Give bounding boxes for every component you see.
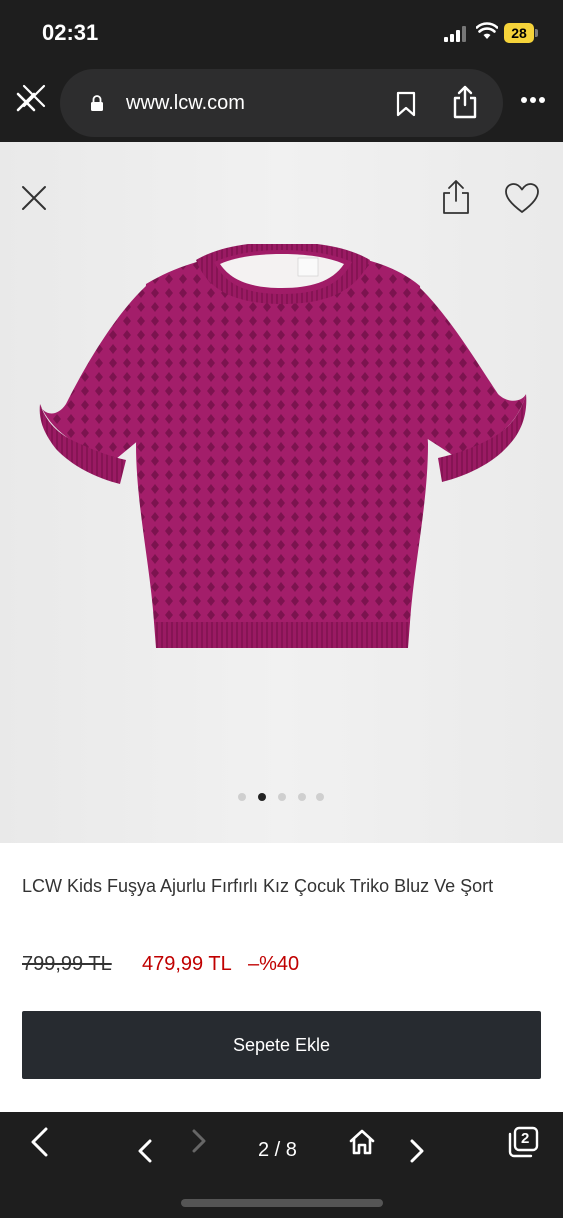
- page-indicator: 2 / 8: [258, 1139, 297, 1161]
- tabs-icon[interactable]: 2: [506, 1126, 540, 1158]
- heart-icon[interactable]: [504, 182, 540, 214]
- status-time: 02:31: [42, 20, 99, 45]
- product-image: [39, 244, 527, 648]
- home-indicator[interactable]: [181, 1199, 383, 1207]
- next-page-icon[interactable]: [408, 1138, 426, 1164]
- forward-icon: [192, 1129, 206, 1153]
- more-icon[interactable]: [520, 96, 546, 104]
- carousel-dot[interactable]: [298, 793, 306, 801]
- carousel-dot[interactable]: [316, 793, 324, 801]
- address-bar[interactable]: www.lcw.com: [60, 69, 503, 137]
- carousel-dot[interactable]: [278, 793, 286, 801]
- back-icon[interactable]: [28, 1126, 50, 1158]
- carousel-dot[interactable]: [238, 793, 246, 801]
- home-icon[interactable]: [348, 1128, 376, 1156]
- tab-count: 2: [521, 1130, 530, 1147]
- battery-level: 28: [504, 23, 534, 43]
- close-tab-icon[interactable]: [14, 78, 50, 118]
- share-icon[interactable]: [440, 178, 472, 216]
- close-icon[interactable]: [20, 184, 48, 212]
- discount-badge: –%40: [248, 953, 300, 975]
- wifi-icon: [476, 22, 498, 39]
- carousel-dots[interactable]: [238, 793, 328, 801]
- product-title: LCW Kids Fuşya Ajurlu Fırfırlı Kız Çocuk…: [22, 876, 494, 896]
- battery-icon: 28: [504, 23, 538, 43]
- status-bar: 02:31 28: [0, 0, 563, 68]
- cellular-signal-icon: [444, 26, 468, 42]
- browser-toolbar: www.lcw.com: [0, 68, 563, 142]
- bookmark-icon[interactable]: [396, 91, 416, 117]
- url-text[interactable]: www.lcw.com: [126, 92, 245, 115]
- add-to-cart-button[interactable]: Sepete Ekle: [22, 1011, 541, 1079]
- bottom-toolbar: 2 / 8 2: [0, 1112, 563, 1218]
- product-image-carousel[interactable]: [0, 142, 563, 843]
- share-icon[interactable]: [452, 85, 478, 119]
- sale-price: 479,99 TL: [142, 953, 232, 975]
- lock-icon: [91, 95, 103, 111]
- old-price: 799,99 TL: [22, 953, 112, 975]
- carousel-dot-active[interactable]: [258, 793, 266, 801]
- previous-page-icon[interactable]: [136, 1138, 154, 1164]
